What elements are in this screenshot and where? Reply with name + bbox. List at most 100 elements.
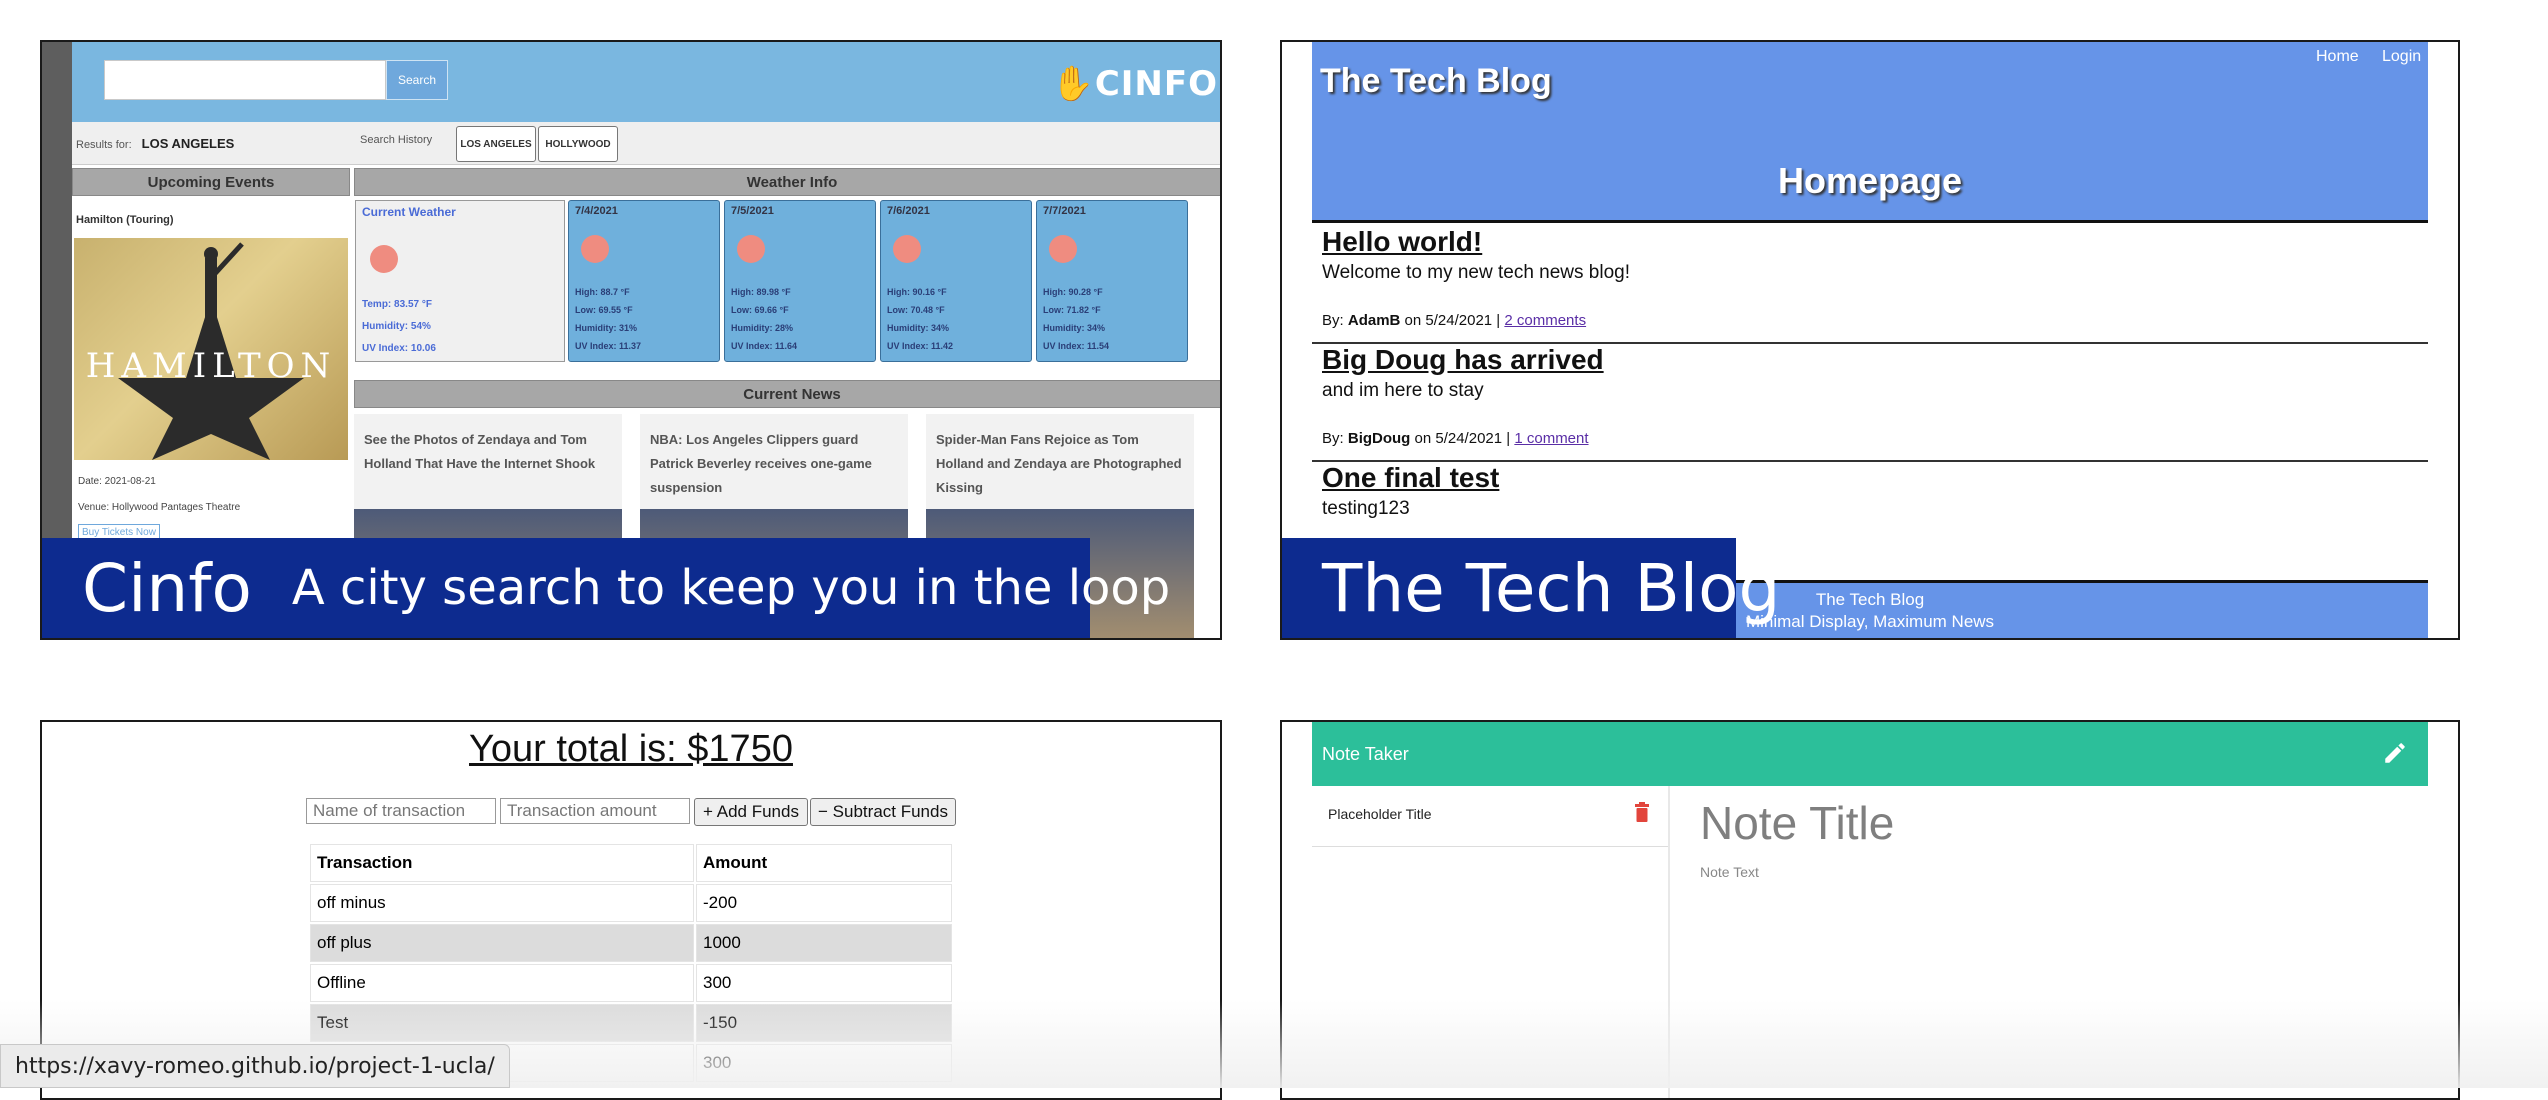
transaction-name-input[interactable]: Name of transaction [306,798,496,824]
blog-post: Hello world! Welcome to my new tech news… [1322,226,2422,329]
project-title: The Tech Blog [1322,549,1781,627]
forecast-uv: UV Index: 11.54 [1043,341,1110,351]
hand-icon: ✋ [1051,64,1095,104]
trash-icon[interactable] [1634,802,1650,822]
event-date: Date: 2021-08-21 [78,476,156,487]
poster-title: HAMILTON [85,346,337,386]
forecast-high: High: 88.7 °F [575,287,630,297]
post-meta: By: AdamB on 5/24/2021 | 2 comments [1322,312,1587,329]
forecast-uv: UV Index: 11.64 [731,341,798,351]
forecast-date: 7/6/2021 [887,205,930,217]
upcoming-events-heading: Upcoming Events [72,168,350,196]
sun-icon [893,235,921,263]
cinfo-header: Search ✋CINFO [72,42,1220,122]
note-taker-navbar: Note Taker [1312,722,2428,786]
project-card-budget-tracker[interactable]: Your total is: $1750 Name of transaction… [40,720,1222,1100]
current-uv: UV Index: 10.06 [362,343,436,354]
project-card-note-taker[interactable]: Note Taker Placeholder Title Note Title … [1280,720,2460,1100]
forecast-high: High: 90.16 °F [887,287,947,297]
news-headline[interactable]: Spider-Man Fans Rejoice as Tom Holland a… [936,428,1184,500]
news-heading: Current News [354,380,1220,408]
forecast-humidity: Humidity: 34% [1043,323,1106,333]
project-banner: The Tech Blog [1282,538,1780,638]
event-venue: Venue: Hollywood Pantages Theatre [78,502,241,513]
column-header: Amount [696,844,952,882]
search-button[interactable]: Search [386,60,448,100]
forecast-card: 7/5/2021 High: 89.98 °F Low: 69.66 °F Hu… [724,200,876,362]
transaction-name: Test [310,1004,694,1042]
nav-login-link[interactable]: Login [2382,48,2421,66]
forecast-card: 7/6/2021 High: 90.16 °F Low: 70.48 °F Hu… [880,200,1032,362]
note-list-item-title: Placeholder Title [1328,806,1432,822]
post-content: Welcome to my new tech news blog! [1322,262,1631,283]
table-row: Offline 300 [310,964,952,1002]
project-card-cinfo[interactable]: Search ✋CINFO Results for: LOS ANGELES Se… [40,40,1222,640]
sun-icon [370,245,398,273]
transaction-name: Offline [310,964,694,1002]
current-temp: Temp: 83.57 °F [362,299,432,310]
forecast-uv: UV Index: 11.37 [575,341,642,351]
event-poster: HAMILTON [74,238,348,460]
forecast-low: Low: 70.48 °F [887,305,945,315]
post-title[interactable]: Big Doug has arrived [1322,344,2422,376]
results-bar: Results for: LOS ANGELES Search History L… [72,122,1220,165]
forecast-low: Low: 69.55 °F [575,305,633,315]
event-title: Hamilton (Touring) [76,214,174,226]
post-title[interactable]: Hello world! [1322,226,2422,258]
nav-home-link[interactable]: Home [2316,48,2359,66]
forecast-date: 7/7/2021 [1043,205,1086,217]
forecast-low: Low: 69.66 °F [731,305,789,315]
table-row: off minus -200 [310,884,952,922]
table-header-row: Transaction Amount [310,844,952,882]
transaction-amount: 300 [696,1044,952,1082]
transaction-amount: 1000 [696,924,952,962]
current-weather-card: Current Weather Temp: 83.57 °F Humidity:… [355,200,565,362]
forecast-high: High: 90.28 °F [1043,287,1103,297]
add-funds-button[interactable]: + Add Funds [694,798,808,826]
column-header: Transaction [310,844,694,882]
post-content: and im here to stay [1322,380,1484,401]
project-card-tech-blog[interactable]: The Tech Blog Home Login Homepage Hello … [1280,40,2460,640]
comments-link[interactable]: 2 comments [1504,312,1586,329]
forecast-card: 7/4/2021 High: 88.7 °F Low: 69.55 °F Hum… [568,200,720,362]
post-author: BigDoug [1347,430,1411,447]
cinfo-logo: ✋CINFO [1051,64,1218,104]
subtract-funds-button[interactable]: − Subtract Funds [810,798,956,826]
transaction-amount: 300 [696,964,952,1002]
post-content: testing123 [1322,498,1410,519]
forecast-low: Low: 71.82 °F [1043,305,1101,315]
blog-header: The Tech Blog Home Login Homepage [1312,42,2428,223]
city-search-input[interactable] [104,60,386,100]
transaction-amount: -200 [696,884,952,922]
forecast-humidity: Humidity: 34% [887,323,950,333]
forecast-humidity: Humidity: 28% [731,323,794,333]
current-weather-title: Current Weather [362,205,456,219]
pencil-icon[interactable] [2382,740,2408,766]
sun-icon [737,235,765,263]
project-title: Cinfo [82,549,252,627]
post-meta: By: BigDoug on 5/24/2021 | 1 comment [1322,430,1589,447]
note-taker-title: Note Taker [1322,744,1409,764]
note-list-item[interactable]: Placeholder Title [1312,786,1668,847]
results-for: Results for: LOS ANGELES [76,136,235,151]
budget-total: Your total is: $1750 [469,728,793,770]
notes-sidebar: Placeholder Title [1312,786,1670,1098]
project-subtitle: A city search to keep you in the loop [291,560,1171,616]
table-row: Test -150 [310,1004,952,1042]
forecast-date: 7/4/2021 [575,205,618,217]
sun-icon [1049,235,1077,263]
news-headline[interactable]: See the Photos of Zendaya and Tom Hollan… [364,428,612,476]
note-text-area[interactable]: Note Text [1700,864,1759,880]
comments-link[interactable]: 1 comment [1514,430,1588,447]
forecast-card: 7/7/2021 High: 90.28 °F Low: 71.82 °F Hu… [1036,200,1188,362]
transaction-name: off plus [310,924,694,962]
history-chip-hollywood[interactable]: HOLLYWOOD [538,126,618,162]
news-headline[interactable]: NBA: Los Angeles Clippers guard Patrick … [650,428,898,500]
history-chip-los-angeles[interactable]: LOS ANGELES [456,126,536,162]
transaction-amount-input[interactable]: Transaction amount [500,798,690,824]
forecast-high: High: 89.98 °F [731,287,791,297]
search-history-label: Search History [360,134,433,146]
post-title[interactable]: One final test [1322,462,2422,494]
forecast-humidity: Humidity: 31% [575,323,638,333]
note-title-input[interactable]: Note Title [1700,796,1894,850]
